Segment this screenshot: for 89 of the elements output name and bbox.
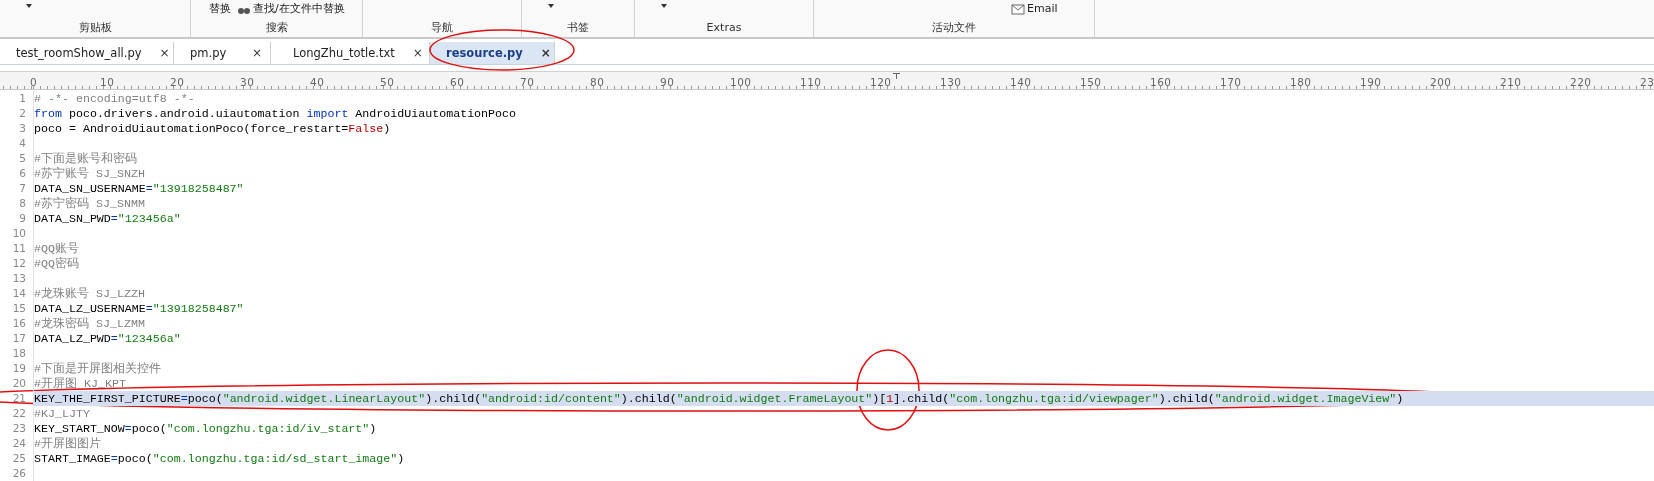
code-line: #QQ账号	[34, 241, 79, 256]
ruler-label: 220	[1570, 75, 1592, 89]
ruler-label: 100	[730, 75, 752, 89]
code-line: #QQ密码	[34, 256, 79, 271]
file-tab[interactable]: resource.py ×	[430, 42, 555, 64]
line-number: 1	[0, 91, 34, 106]
ribbon-group-label: 搜索	[265, 20, 288, 35]
code-line: from poco.drivers.android.uiautomation import AndroidUiautomationPoco	[34, 106, 517, 121]
line-number: 13	[0, 271, 34, 286]
line-number: 8	[0, 196, 34, 211]
ruler-label: 180	[1290, 75, 1312, 89]
line-number: 20	[0, 376, 34, 391]
replace-button[interactable]: 替换	[209, 2, 231, 16]
code-line: START_IMAGE=poco("com.longzhu.tga:id/sd_start_image")	[34, 451, 405, 466]
code-line: #开屏图图片	[34, 436, 101, 451]
line-number: 19	[0, 361, 34, 376]
ruler-label: 0	[30, 75, 38, 89]
line-number: 15	[0, 301, 34, 316]
envelope-icon	[1011, 3, 1025, 15]
ruler-label: 160	[1150, 75, 1172, 89]
code-line: #苏宁密码 SJ_SNMM	[34, 196, 145, 211]
code-line: # -*- encoding=utf8 -*-	[34, 91, 195, 106]
ruler-label: 110	[800, 75, 822, 89]
find-replace-button[interactable]: 查找/在文件中替换	[237, 2, 345, 16]
close-icon[interactable]: ×	[147, 46, 170, 60]
line-number: 22	[0, 406, 34, 421]
ruler-label: 200	[1430, 75, 1452, 89]
line-number: 5	[0, 151, 34, 166]
close-icon[interactable]: ×	[400, 46, 423, 60]
ruler-label: 130	[940, 75, 962, 89]
ruler-label: 40	[310, 75, 325, 89]
ruler-label: 170	[1220, 75, 1242, 89]
line-number: 12	[0, 256, 34, 271]
ribbon-group-label: 活动文件	[932, 20, 976, 35]
code-line: #下面是开屏图相关控件	[34, 361, 161, 376]
line-number: 16	[0, 316, 34, 331]
ruler-label: 23	[1640, 75, 1654, 89]
ruler-label: 80	[590, 75, 605, 89]
ruler-label: 140	[1010, 75, 1032, 89]
close-icon[interactable]: ×	[239, 46, 262, 60]
code-line: #下面是账号和密码	[34, 151, 137, 166]
code-line: poco = AndroidUiautomationPoco(force_restart=False)	[34, 121, 391, 136]
dropdown-caret-icon[interactable]	[661, 4, 667, 8]
line-number: 3	[0, 121, 34, 136]
email-button[interactable]: Email	[1011, 2, 1058, 16]
close-icon[interactable]: ×	[528, 46, 551, 60]
code-line: KEY_START_NOW=poco("com.longzhu.tga:id/iv_start")	[34, 421, 377, 436]
ribbon-group-label: 书签	[567, 20, 589, 35]
line-number: 6	[0, 166, 34, 181]
line-number: 14	[0, 286, 34, 301]
line-number: 7	[0, 181, 34, 196]
code-line: KEY_THE_FIRST_PICTURE=poco("android.widget.LinearLayout").child("android:id/content").child("android.widget.FrameLayout")[1].child("com.longzhu.tga:id/viewpager").child("android.widget.ImageView")	[34, 391, 1404, 406]
code-line: #龙珠密码 SJ_LZMM	[34, 316, 145, 331]
line-number: 4	[0, 136, 34, 151]
ruler-label: 10	[100, 75, 115, 89]
ruler-label: 120	[870, 75, 892, 89]
ruler-label: 90	[660, 75, 675, 89]
ruler-label: 70	[520, 75, 535, 89]
code-line: DATA_SN_PWD="123456a"	[34, 211, 181, 226]
code-line: #龙珠账号 SJ_LZZH	[34, 286, 145, 301]
ruler-label: 190	[1360, 75, 1382, 89]
ribbon-group-label: 导航	[431, 20, 453, 35]
code-line: DATA_LZ_USERNAME="13918258487"	[34, 301, 244, 316]
ribbon-group-label: 剪贴板	[78, 20, 112, 35]
code-line: #苏宁账号 SJ_SNZH	[34, 166, 145, 181]
code-line: DATA_LZ_PWD="123456a"	[34, 331, 181, 346]
code-line: #KJ_LJTY	[34, 406, 90, 421]
ruler-label: 30	[240, 75, 255, 89]
ruler-label: 60	[450, 75, 465, 89]
dropdown-caret-icon[interactable]	[26, 4, 32, 8]
line-number: 23	[0, 421, 34, 436]
line-number: 25	[0, 451, 34, 466]
ruler-label: 20	[170, 75, 185, 89]
line-number: 17	[0, 331, 34, 346]
dropdown-caret-icon[interactable]	[548, 4, 554, 8]
code-line: #开屏图 KJ_KPT	[34, 376, 126, 391]
line-number: 2	[0, 106, 34, 121]
line-number: 26	[0, 466, 34, 481]
code-line: DATA_SN_USERNAME="13918258487"	[34, 181, 244, 196]
line-number: 10	[0, 226, 34, 241]
ruler-label: 210	[1500, 75, 1522, 89]
line-number: 24	[0, 436, 34, 451]
ribbon-group-label: Extras	[706, 20, 742, 35]
line-number: 9	[0, 211, 34, 226]
line-number: 11	[0, 241, 34, 256]
ruler-label: 50	[380, 75, 395, 89]
edge-marker-icon	[893, 73, 900, 79]
line-number: 18	[0, 346, 34, 361]
ruler-label: 150	[1080, 75, 1102, 89]
